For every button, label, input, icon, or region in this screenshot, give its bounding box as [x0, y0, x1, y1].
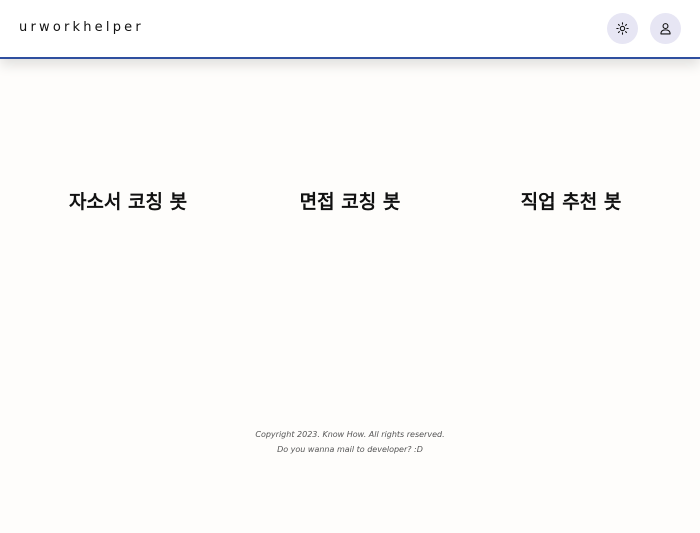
profile-button[interactable] [650, 13, 681, 44]
user-icon [660, 23, 671, 35]
app-header: urworkhelper [0, 0, 700, 59]
brand-logo-text[interactable]: urworkhelper [19, 19, 144, 37]
copyright-text: Copyright 2023. Know How. All rights res… [255, 430, 445, 439]
theme-toggle-button[interactable] [607, 13, 638, 44]
page-footer: Copyright 2023. Know How. All rights res… [0, 427, 700, 457]
interview-coaching-bot-link[interactable]: 면접 코칭 봇 [300, 188, 401, 216]
sun-icon [616, 22, 629, 35]
cover-letter-coaching-bot-link[interactable]: 자소서 코칭 봇 [69, 188, 187, 216]
bot-menu: 자소서 코칭 봇 면접 코칭 봇 직업 추천 봇 [0, 188, 700, 218]
job-recommendation-bot-link[interactable]: 직업 추천 봇 [521, 188, 622, 216]
mail-developer-link[interactable]: Do you wanna mail to developer? :D [0, 442, 700, 457]
